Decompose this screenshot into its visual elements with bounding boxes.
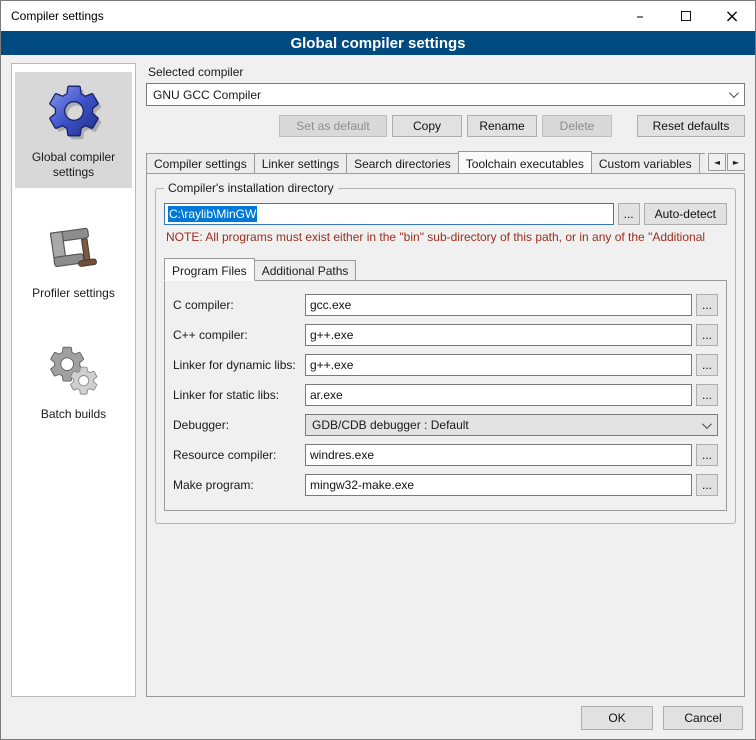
make-program-browse-button[interactable]: ... — [696, 474, 718, 496]
dialog-header: Global compiler settings — [1, 31, 755, 55]
form-row-linker-static: Linker for static libs: ... — [173, 384, 718, 406]
sidebar-item-label: Profiler settings — [24, 286, 124, 301]
installation-directory-row: C:\raylib\MinGW ... Auto-detect — [164, 203, 727, 225]
cancel-button[interactable]: Cancel — [663, 706, 743, 730]
arrow-left-icon: ◄ — [714, 158, 720, 167]
resource-compiler-input[interactable] — [305, 444, 692, 466]
form-row-debugger: Debugger: GDB/CDB debugger : Default — [173, 414, 718, 436]
sidebar-item-label: Batch builds — [24, 407, 124, 422]
sidebar-item-global-compiler-settings[interactable]: Global compiler settings — [15, 72, 132, 188]
maximize-icon — [681, 11, 691, 21]
clamp-tool-icon — [46, 222, 102, 278]
selected-compiler-dropdown[interactable]: GNU GCC Compiler — [146, 83, 745, 106]
ok-button[interactable]: OK — [581, 706, 653, 730]
debugger-value: GDB/CDB debugger : Default — [312, 418, 469, 432]
window-controls: – × — [617, 1, 755, 31]
form-row-c-compiler: C compiler: ... — [173, 294, 718, 316]
dialog-body: Global compiler settings Profiler settin… — [1, 55, 755, 697]
reset-defaults-button[interactable]: Reset defaults — [637, 115, 745, 137]
minimize-icon: – — [636, 7, 644, 25]
bin-subdirectory-note: NOTE: All programs must exist either in … — [166, 230, 727, 244]
toolchain-executables-page: Compiler's installation directory C:\ray… — [146, 173, 745, 697]
form-row-make-program: Make program: ... — [173, 474, 718, 496]
rename-button[interactable]: Rename — [467, 115, 537, 137]
sidebar-item-profiler-settings[interactable]: Profiler settings — [15, 214, 132, 309]
dialog-footer: OK Cancel — [1, 697, 755, 739]
form-row-resource-compiler: Resource compiler: ... — [173, 444, 718, 466]
make-program-label: Make program: — [173, 478, 301, 492]
blue-gear-icon — [43, 80, 105, 142]
form-row-cpp-compiler: C++ compiler: ... — [173, 324, 718, 346]
sidebar-item-batch-builds[interactable]: Batch builds — [15, 335, 132, 430]
linker-dynamic-label: Linker for dynamic libs: — [173, 358, 301, 372]
c-compiler-label: C compiler: — [173, 298, 301, 312]
set-as-default-button[interactable]: Set as default — [279, 115, 387, 137]
arrow-right-icon: ► — [733, 158, 739, 167]
close-button[interactable]: × — [709, 1, 755, 31]
window-title: Compiler settings — [1, 9, 104, 23]
c-compiler-browse-button[interactable]: ... — [696, 294, 718, 316]
chevron-down-icon — [702, 419, 712, 429]
resource-compiler-label: Resource compiler: — [173, 448, 301, 462]
chevron-down-icon — [729, 88, 739, 98]
tab-search-directories[interactable]: Search directories — [346, 153, 459, 173]
titlebar: Compiler settings – × — [1, 1, 755, 31]
maximize-button[interactable] — [663, 1, 709, 31]
tab-compiler-settings[interactable]: Compiler settings — [146, 153, 255, 173]
autodetect-button[interactable]: Auto-detect — [644, 203, 727, 225]
groupbox-title: Compiler's installation directory — [164, 181, 338, 195]
copy-button[interactable]: Copy — [392, 115, 462, 137]
subtab-program-files[interactable]: Program Files — [164, 258, 255, 281]
selected-compiler-value: GNU GCC Compiler — [153, 88, 261, 102]
sidebar-item-label: Global compiler settings — [24, 150, 124, 180]
linker-dynamic-browse-button[interactable]: ... — [696, 354, 718, 376]
subtab-additional-paths[interactable]: Additional Paths — [254, 260, 357, 280]
tab-custom-variables[interactable]: Custom variables — [591, 153, 700, 173]
gray-gears-icon — [46, 343, 102, 399]
installation-directory-browse-button[interactable]: ... — [618, 203, 640, 225]
installation-directory-input[interactable]: C:\raylib\MinGW — [164, 203, 614, 225]
c-compiler-input[interactable] — [305, 294, 692, 316]
cpp-compiler-label: C++ compiler: — [173, 328, 301, 342]
form-row-linker-dynamic: Linker for dynamic libs: ... — [173, 354, 718, 376]
linker-dynamic-input[interactable] — [305, 354, 692, 376]
settings-category-sidebar: Global compiler settings Profiler settin… — [11, 63, 136, 697]
debugger-dropdown[interactable]: GDB/CDB debugger : Default — [305, 414, 718, 436]
resource-compiler-browse-button[interactable]: ... — [696, 444, 718, 466]
tab-scroll-left-button[interactable]: ◄ — [708, 153, 726, 171]
compiler-settings-window: Compiler settings – × Global compiler se… — [0, 0, 756, 740]
compiler-actions: Set as default Copy Rename Delete Reset … — [146, 115, 745, 137]
delete-button[interactable]: Delete — [542, 115, 612, 137]
minimize-button[interactable]: – — [617, 1, 663, 31]
tab-scrollers: ◄ ► — [708, 153, 745, 171]
tab-toolchain-executables[interactable]: Toolchain executables — [458, 151, 592, 173]
settings-tabstrip: Compiler settings Linker settings Search… — [146, 150, 745, 173]
installation-directory-value: C:\raylib\MinGW — [168, 206, 257, 222]
tabs: Compiler settings Linker settings Search… — [146, 151, 705, 173]
selected-compiler-label: Selected compiler — [148, 65, 745, 79]
program-files-panel: C compiler: ... C++ compiler: ... Linker… — [164, 280, 727, 511]
tab-scroll-right-button[interactable]: ► — [727, 153, 745, 171]
program-files-tabstrip: Program Files Additional Paths — [164, 258, 727, 280]
make-program-input[interactable] — [305, 474, 692, 496]
close-icon: × — [724, 6, 739, 27]
main-panel: Selected compiler GNU GCC Compiler Set a… — [146, 63, 745, 697]
linker-static-label: Linker for static libs: — [173, 388, 301, 402]
debugger-label: Debugger: — [173, 418, 301, 432]
tab-build-options[interactable]: Build — [699, 153, 705, 173]
linker-static-input[interactable] — [305, 384, 692, 406]
linker-static-browse-button[interactable]: ... — [696, 384, 718, 406]
tab-linker-settings[interactable]: Linker settings — [254, 153, 347, 173]
cpp-compiler-browse-button[interactable]: ... — [696, 324, 718, 346]
installation-directory-groupbox: Compiler's installation directory C:\ray… — [155, 188, 736, 524]
cpp-compiler-input[interactable] — [305, 324, 692, 346]
